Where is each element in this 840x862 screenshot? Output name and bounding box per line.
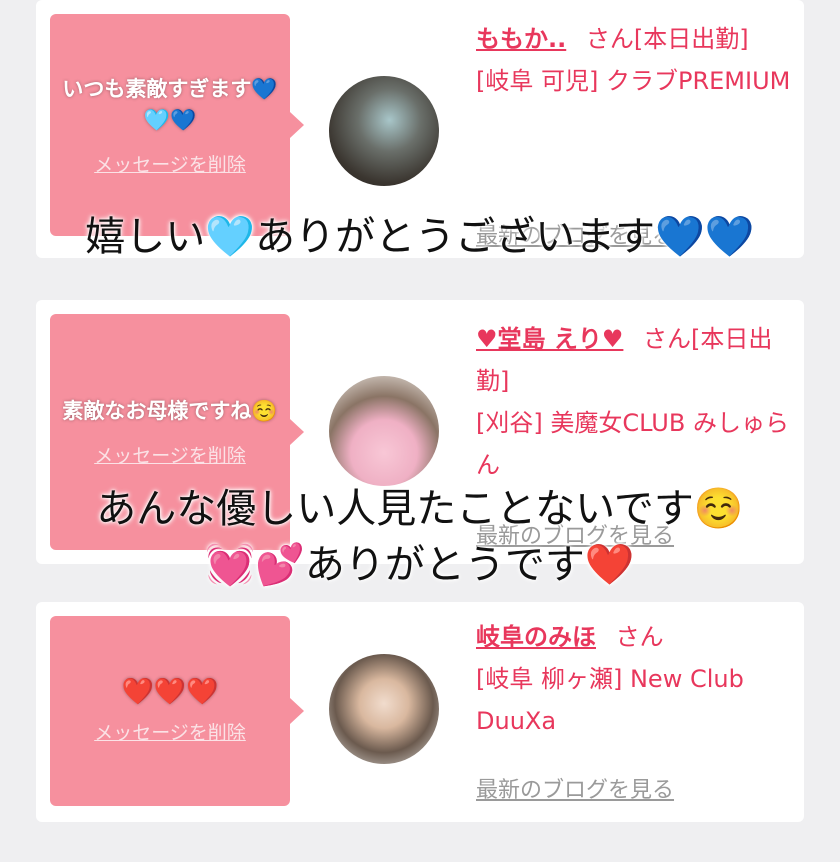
shop-text: [岐阜 柳ヶ瀬] New Club DuuXa bbox=[476, 665, 744, 735]
avatar[interactable] bbox=[329, 376, 439, 486]
shop-text: [岐阜 可児] クラブPREMIUM bbox=[476, 67, 791, 95]
latest-blog-link[interactable]: 最新のブログを見る bbox=[476, 772, 674, 804]
cast-info: 岐阜のみほ さん [岐阜 柳ヶ瀬] New Club DuuXa bbox=[476, 616, 796, 742]
cast-name-link[interactable]: ももか.. bbox=[476, 25, 566, 53]
avatar[interactable] bbox=[329, 76, 439, 186]
honorific: さん bbox=[643, 325, 692, 353]
caption-line-3: 💓💕ありがとうです❤️ bbox=[205, 542, 635, 588]
status-text: [本日出勤] bbox=[633, 25, 749, 53]
cast-info: ♥堂島 えり♥ さん[本日出勤] [刈谷] 美魔女CLUB みしゅらん bbox=[476, 318, 796, 486]
message-text: ❤️❤️❤️ bbox=[121, 677, 219, 707]
shop-text: [刈谷] 美魔女CLUB みしゅらん bbox=[476, 409, 789, 479]
cast-name-link[interactable]: 岐阜のみほ bbox=[476, 623, 596, 651]
honorific: さん bbox=[615, 623, 664, 651]
cast-info: ももか.. さん[本日出勤] [岐阜 可児] クラブPREMIUM bbox=[476, 18, 796, 102]
honorific: さん bbox=[585, 25, 634, 53]
message-bubble: いつも素敵すぎます💙🩵💙 メッセージを削除 bbox=[50, 14, 304, 236]
message-text: いつも素敵すぎます💙🩵💙 bbox=[62, 76, 278, 132]
message-bubble: ❤️❤️❤️ メッセージを削除 bbox=[50, 616, 304, 806]
cast-name-link[interactable]: ♥堂島 えり♥ bbox=[476, 325, 623, 353]
delete-message-link[interactable]: メッセージを削除 bbox=[94, 441, 246, 468]
caption-line-1: 嬉しい🩵ありがとうございます💙💙 bbox=[85, 214, 755, 260]
delete-message-link[interactable]: メッセージを削除 bbox=[94, 718, 246, 745]
delete-message-link[interactable]: メッセージを削除 bbox=[94, 150, 246, 177]
message-card: ❤️❤️❤️ メッセージを削除 岐阜のみほ さん [岐阜 柳ヶ瀬] New Cl… bbox=[36, 602, 804, 822]
avatar[interactable] bbox=[329, 654, 439, 764]
caption-line-2: あんな優しい人見たことないです☺️ bbox=[96, 486, 744, 532]
message-text: 素敵なお母様ですね☺️ bbox=[62, 399, 278, 423]
